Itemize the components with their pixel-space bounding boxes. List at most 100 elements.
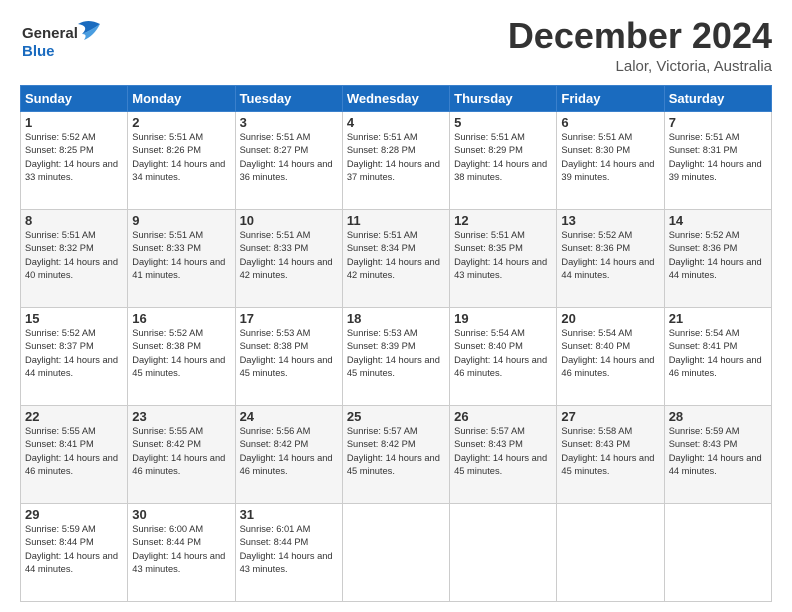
- calendar-cell: 25Sunrise: 5:57 AMSunset: 8:42 PMDayligh…: [342, 405, 449, 503]
- day-number: 7: [669, 115, 767, 130]
- calendar-cell: 28Sunrise: 5:59 AMSunset: 8:43 PMDayligh…: [664, 405, 771, 503]
- day-info: Sunrise: 5:53 AMSunset: 8:38 PMDaylight:…: [240, 327, 338, 381]
- day-info: Sunrise: 5:52 AMSunset: 8:25 PMDaylight:…: [25, 131, 123, 185]
- calendar-cell: [664, 503, 771, 601]
- header-friday: Friday: [557, 85, 664, 111]
- day-number: 15: [25, 311, 123, 326]
- day-info: Sunrise: 5:51 AMSunset: 8:33 PMDaylight:…: [240, 229, 338, 283]
- calendar-table: Sunday Monday Tuesday Wednesday Thursday…: [20, 85, 772, 602]
- day-info: Sunrise: 6:01 AMSunset: 8:44 PMDaylight:…: [240, 523, 338, 577]
- day-number: 3: [240, 115, 338, 130]
- day-number: 20: [561, 311, 659, 326]
- calendar-cell: [450, 503, 557, 601]
- day-info: Sunrise: 5:55 AMSunset: 8:41 PMDaylight:…: [25, 425, 123, 479]
- calendar-cell: 23Sunrise: 5:55 AMSunset: 8:42 PMDayligh…: [128, 405, 235, 503]
- calendar-cell: 13Sunrise: 5:52 AMSunset: 8:36 PMDayligh…: [557, 209, 664, 307]
- calendar-cell: [342, 503, 449, 601]
- calendar-cell: 1Sunrise: 5:52 AMSunset: 8:25 PMDaylight…: [21, 111, 128, 209]
- day-info: Sunrise: 5:54 AMSunset: 8:41 PMDaylight:…: [669, 327, 767, 381]
- header-thursday: Thursday: [450, 85, 557, 111]
- calendar-cell: 2Sunrise: 5:51 AMSunset: 8:26 PMDaylight…: [128, 111, 235, 209]
- calendar-week-3: 15Sunrise: 5:52 AMSunset: 8:37 PMDayligh…: [21, 307, 772, 405]
- calendar-cell: 24Sunrise: 5:56 AMSunset: 8:42 PMDayligh…: [235, 405, 342, 503]
- calendar-cell: 30Sunrise: 6:00 AMSunset: 8:44 PMDayligh…: [128, 503, 235, 601]
- day-number: 8: [25, 213, 123, 228]
- header-tuesday: Tuesday: [235, 85, 342, 111]
- day-number: 22: [25, 409, 123, 424]
- day-info: Sunrise: 5:52 AMSunset: 8:36 PMDaylight:…: [561, 229, 659, 283]
- day-number: 13: [561, 213, 659, 228]
- header: General Blue December 2024 Lalor, Victor…: [20, 16, 772, 75]
- day-number: 24: [240, 409, 338, 424]
- location: Lalor, Victoria, Australia: [508, 58, 772, 75]
- calendar-cell: 18Sunrise: 5:53 AMSunset: 8:39 PMDayligh…: [342, 307, 449, 405]
- day-number: 26: [454, 409, 552, 424]
- day-number: 16: [132, 311, 230, 326]
- day-info: Sunrise: 5:52 AMSunset: 8:36 PMDaylight:…: [669, 229, 767, 283]
- day-info: Sunrise: 5:59 AMSunset: 8:43 PMDaylight:…: [669, 425, 767, 479]
- day-info: Sunrise: 5:51 AMSunset: 8:32 PMDaylight:…: [25, 229, 123, 283]
- day-info: Sunrise: 6:00 AMSunset: 8:44 PMDaylight:…: [132, 523, 230, 577]
- calendar-cell: 14Sunrise: 5:52 AMSunset: 8:36 PMDayligh…: [664, 209, 771, 307]
- day-info: Sunrise: 5:54 AMSunset: 8:40 PMDaylight:…: [561, 327, 659, 381]
- calendar-cell: 17Sunrise: 5:53 AMSunset: 8:38 PMDayligh…: [235, 307, 342, 405]
- logo-svg: General Blue: [20, 16, 110, 66]
- day-number: 6: [561, 115, 659, 130]
- day-number: 31: [240, 507, 338, 522]
- day-info: Sunrise: 5:51 AMSunset: 8:26 PMDaylight:…: [132, 131, 230, 185]
- day-info: Sunrise: 5:56 AMSunset: 8:42 PMDaylight:…: [240, 425, 338, 479]
- calendar-cell: 31Sunrise: 6:01 AMSunset: 8:44 PMDayligh…: [235, 503, 342, 601]
- day-number: 5: [454, 115, 552, 130]
- header-sunday: Sunday: [21, 85, 128, 111]
- calendar-cell: 3Sunrise: 5:51 AMSunset: 8:27 PMDaylight…: [235, 111, 342, 209]
- day-info: Sunrise: 5:52 AMSunset: 8:38 PMDaylight:…: [132, 327, 230, 381]
- svg-text:Blue: Blue: [22, 43, 55, 60]
- day-number: 4: [347, 115, 445, 130]
- calendar-cell: 8Sunrise: 5:51 AMSunset: 8:32 PMDaylight…: [21, 209, 128, 307]
- day-number: 1: [25, 115, 123, 130]
- header-monday: Monday: [128, 85, 235, 111]
- day-number: 19: [454, 311, 552, 326]
- calendar-cell: 7Sunrise: 5:51 AMSunset: 8:31 PMDaylight…: [664, 111, 771, 209]
- calendar-week-2: 8Sunrise: 5:51 AMSunset: 8:32 PMDaylight…: [21, 209, 772, 307]
- calendar-cell: 12Sunrise: 5:51 AMSunset: 8:35 PMDayligh…: [450, 209, 557, 307]
- calendar-cell: 22Sunrise: 5:55 AMSunset: 8:41 PMDayligh…: [21, 405, 128, 503]
- day-number: 18: [347, 311, 445, 326]
- day-info: Sunrise: 5:51 AMSunset: 8:34 PMDaylight:…: [347, 229, 445, 283]
- calendar-cell: 16Sunrise: 5:52 AMSunset: 8:38 PMDayligh…: [128, 307, 235, 405]
- day-number: 9: [132, 213, 230, 228]
- calendar-cell: 4Sunrise: 5:51 AMSunset: 8:28 PMDaylight…: [342, 111, 449, 209]
- page: General Blue December 2024 Lalor, Victor…: [0, 0, 792, 612]
- title-block: December 2024 Lalor, Victoria, Australia: [508, 16, 772, 75]
- day-info: Sunrise: 5:59 AMSunset: 8:44 PMDaylight:…: [25, 523, 123, 577]
- day-number: 10: [240, 213, 338, 228]
- day-info: Sunrise: 5:51 AMSunset: 8:35 PMDaylight:…: [454, 229, 552, 283]
- day-number: 2: [132, 115, 230, 130]
- logo: General Blue: [20, 16, 110, 66]
- day-info: Sunrise: 5:52 AMSunset: 8:37 PMDaylight:…: [25, 327, 123, 381]
- calendar-cell: 5Sunrise: 5:51 AMSunset: 8:29 PMDaylight…: [450, 111, 557, 209]
- day-info: Sunrise: 5:53 AMSunset: 8:39 PMDaylight:…: [347, 327, 445, 381]
- day-info: Sunrise: 5:57 AMSunset: 8:42 PMDaylight:…: [347, 425, 445, 479]
- calendar-cell: 26Sunrise: 5:57 AMSunset: 8:43 PMDayligh…: [450, 405, 557, 503]
- day-info: Sunrise: 5:51 AMSunset: 8:28 PMDaylight:…: [347, 131, 445, 185]
- calendar-cell: 19Sunrise: 5:54 AMSunset: 8:40 PMDayligh…: [450, 307, 557, 405]
- calendar-cell: 15Sunrise: 5:52 AMSunset: 8:37 PMDayligh…: [21, 307, 128, 405]
- calendar-cell: 10Sunrise: 5:51 AMSunset: 8:33 PMDayligh…: [235, 209, 342, 307]
- day-number: 27: [561, 409, 659, 424]
- day-number: 11: [347, 213, 445, 228]
- day-number: 14: [669, 213, 767, 228]
- day-number: 25: [347, 409, 445, 424]
- day-info: Sunrise: 5:55 AMSunset: 8:42 PMDaylight:…: [132, 425, 230, 479]
- day-number: 30: [132, 507, 230, 522]
- day-number: 17: [240, 311, 338, 326]
- day-info: Sunrise: 5:51 AMSunset: 8:30 PMDaylight:…: [561, 131, 659, 185]
- day-info: Sunrise: 5:57 AMSunset: 8:43 PMDaylight:…: [454, 425, 552, 479]
- day-info: Sunrise: 5:51 AMSunset: 8:27 PMDaylight:…: [240, 131, 338, 185]
- calendar-cell: 29Sunrise: 5:59 AMSunset: 8:44 PMDayligh…: [21, 503, 128, 601]
- day-number: 21: [669, 311, 767, 326]
- calendar-cell: 9Sunrise: 5:51 AMSunset: 8:33 PMDaylight…: [128, 209, 235, 307]
- day-info: Sunrise: 5:58 AMSunset: 8:43 PMDaylight:…: [561, 425, 659, 479]
- calendar-cell: 6Sunrise: 5:51 AMSunset: 8:30 PMDaylight…: [557, 111, 664, 209]
- day-info: Sunrise: 5:51 AMSunset: 8:33 PMDaylight:…: [132, 229, 230, 283]
